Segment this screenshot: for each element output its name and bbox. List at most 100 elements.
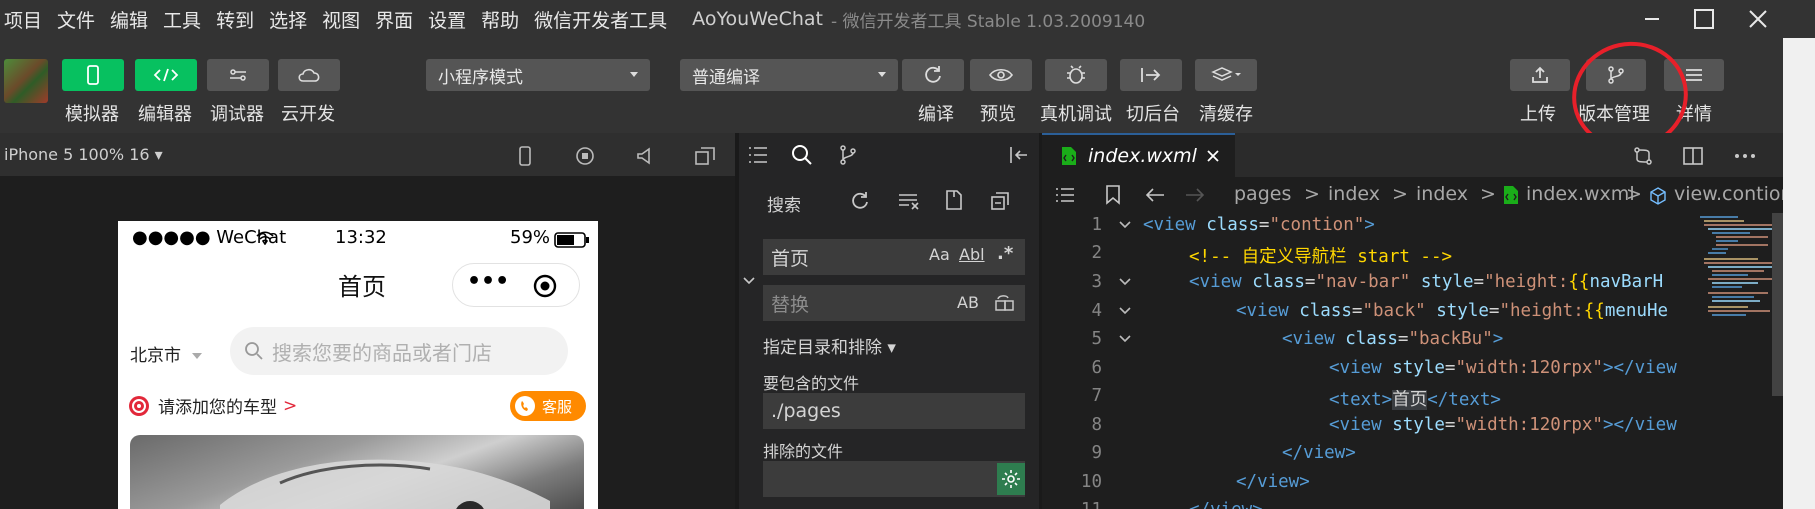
preserve-case-toggle[interactable]: AB <box>957 293 979 312</box>
whole-word-toggle[interactable]: Abl <box>959 245 985 264</box>
replace-placeholder: 替换 <box>771 293 810 316</box>
menu-interface[interactable]: 界面 <box>375 6 413 33</box>
bookmark-icon[interactable] <box>1104 184 1122 206</box>
breadcrumb-pages[interactable]: pages <box>1234 183 1291 205</box>
menu-edit[interactable]: 编辑 <box>110 6 148 33</box>
exclude-files-label: 排除的文件 <box>763 442 844 461</box>
mode-select-value: 小程序模式 <box>438 67 523 88</box>
fold-chevron-icon[interactable] <box>1118 276 1132 288</box>
menu-view[interactable]: 视图 <box>322 6 360 33</box>
forward-arrow-icon[interactable] <box>1184 186 1206 204</box>
line-number: 3 <box>1091 272 1102 292</box>
stop-icon[interactable] <box>574 145 596 167</box>
code-editor[interactable]: 1 2 3 4 5 6 7 8 9 10 11 <view class="con… <box>1042 213 1783 509</box>
customer-service-button[interactable]: 客服 <box>510 391 586 421</box>
menu-bar: 项目 文件 编辑 工具 转到 选择 视图 界面 设置 帮助 微信开发者工具 <box>0 0 682 38</box>
line-number: 5 <box>1091 329 1102 349</box>
battery-icon <box>554 232 589 248</box>
compile-mode-select[interactable]: 普通编译 <box>680 59 898 91</box>
mode-select[interactable]: 小程序模式 <box>426 59 650 91</box>
use-exclude-settings-button[interactable] <box>997 463 1025 495</box>
menu-select[interactable]: 选择 <box>269 6 307 33</box>
avatar[interactable] <box>4 59 48 103</box>
switch-background-button[interactable] <box>1120 59 1182 91</box>
device-select[interactable]: iPhone 5 100% 16 ▾ <box>4 145 163 164</box>
clear-cache-button[interactable] <box>1195 59 1257 91</box>
code-line: <view class="back" style="height:{{menuH… <box>1236 301 1669 321</box>
phone-icon <box>87 65 99 85</box>
real-device-debug-label: 真机调试 <box>1040 104 1112 125</box>
more-icon[interactable]: ••• <box>467 269 509 294</box>
tab-index-wxml[interactable]: index.wxml <box>1042 133 1235 177</box>
editor-toggle-button[interactable] <box>135 59 197 91</box>
window-title: AoYouWeChat <box>692 8 823 30</box>
preview-button[interactable] <box>970 59 1032 91</box>
more-actions-icon[interactable] <box>1734 153 1756 159</box>
menu-capsule[interactable]: ••• <box>452 263 580 307</box>
line-number: 10 <box>1080 472 1102 492</box>
list-icon[interactable] <box>747 145 769 165</box>
title-bar: 项目 文件 编辑 工具 转到 选择 视图 界面 设置 帮助 微信开发者工具 Ao… <box>0 0 1815 38</box>
real-device-debug-button[interactable] <box>1045 59 1107 91</box>
city-selector[interactable]: 北京市 <box>130 341 203 366</box>
collapse-all-icon[interactable] <box>989 190 1011 212</box>
collapse-panel-icon[interactable] <box>1007 145 1029 165</box>
cloud-dev-button[interactable] <box>278 59 340 91</box>
wxml-file-icon <box>1504 186 1518 204</box>
compare-icon[interactable] <box>1632 145 1654 167</box>
menu-help[interactable]: 帮助 <box>481 6 519 33</box>
refresh-icon[interactable] <box>849 190 871 212</box>
vertical-scrollbar[interactable] <box>1772 213 1783 396</box>
replace-all-icon[interactable] <box>993 293 1015 313</box>
search-icon[interactable] <box>791 144 813 166</box>
menu-tools[interactable]: 工具 <box>163 6 201 33</box>
upload-button[interactable] <box>1510 59 1570 91</box>
toolbar: 模拟器 编辑器 调试器 云开发 小程序模式 普通编译 编译 预览 真机调试 切后… <box>0 38 1815 133</box>
clear-results-icon[interactable] <box>897 191 921 211</box>
debugger-toggle-button[interactable] <box>207 59 269 91</box>
search-input[interactable]: 搜索您要的商品或者门店 <box>230 327 568 375</box>
exclude-files-input[interactable] <box>763 461 1025 497</box>
match-case-toggle[interactable]: Aa <box>929 245 950 264</box>
include-files-label: 要包含的文件 <box>763 374 860 393</box>
outline-icon[interactable] <box>1054 186 1076 204</box>
compile-button[interactable] <box>902 59 964 91</box>
fold-chevron-icon[interactable] <box>1118 305 1132 317</box>
close-miniprogram-icon[interactable] <box>533 274 557 298</box>
menu-wechat-devtools[interactable]: 微信开发者工具 <box>534 6 667 33</box>
scope-toggle[interactable]: 指定目录和排除 ▾ <box>763 333 896 358</box>
simulator-toggle-button[interactable] <box>62 59 124 91</box>
regex-toggle[interactable]: .* <box>997 243 1013 264</box>
git-branch-icon[interactable] <box>837 144 859 166</box>
fold-chevron-icon[interactable] <box>1118 333 1132 345</box>
wifi-icon <box>256 231 274 245</box>
banner-image[interactable] <box>130 435 584 509</box>
breadcrumb-file[interactable]: index.wxml <box>1526 183 1635 205</box>
minimize-button[interactable] <box>1624 0 1680 38</box>
replace-input[interactable]: 替换 <box>763 285 1025 321</box>
close-window-button[interactable] <box>1730 0 1786 38</box>
bug-icon <box>1067 65 1085 84</box>
breadcrumb-symbol[interactable]: view.contion <box>1674 183 1793 205</box>
breadcrumb-index-folder[interactable]: index <box>1328 183 1380 205</box>
sound-icon[interactable] <box>634 145 656 167</box>
menu-goto[interactable]: 转到 <box>216 6 254 33</box>
search-query-input[interactable]: 首页 <box>763 239 1025 275</box>
include-files-input[interactable]: ./pages <box>763 393 1025 429</box>
minimap[interactable] <box>1698 213 1778 509</box>
chevron-down-icon[interactable] <box>741 273 757 289</box>
detach-window-icon[interactable] <box>694 145 716 167</box>
add-car-row[interactable]: 请添加您的车型 > <box>128 393 297 418</box>
new-search-editor-icon[interactable] <box>943 189 965 211</box>
close-icon[interactable] <box>1205 148 1221 164</box>
maximize-button[interactable] <box>1676 0 1732 38</box>
back-arrow-icon[interactable] <box>1144 186 1166 204</box>
menu-project[interactable]: 项目 <box>4 6 42 33</box>
menu-file[interactable]: 文件 <box>57 6 95 33</box>
phone-icon[interactable] <box>514 145 536 167</box>
menu-icon <box>1686 69 1702 81</box>
fold-chevron-icon[interactable] <box>1118 219 1132 231</box>
menu-settings[interactable]: 设置 <box>428 6 466 33</box>
split-editor-icon[interactable] <box>1682 145 1704 167</box>
breadcrumb-index[interactable]: index <box>1416 183 1468 205</box>
